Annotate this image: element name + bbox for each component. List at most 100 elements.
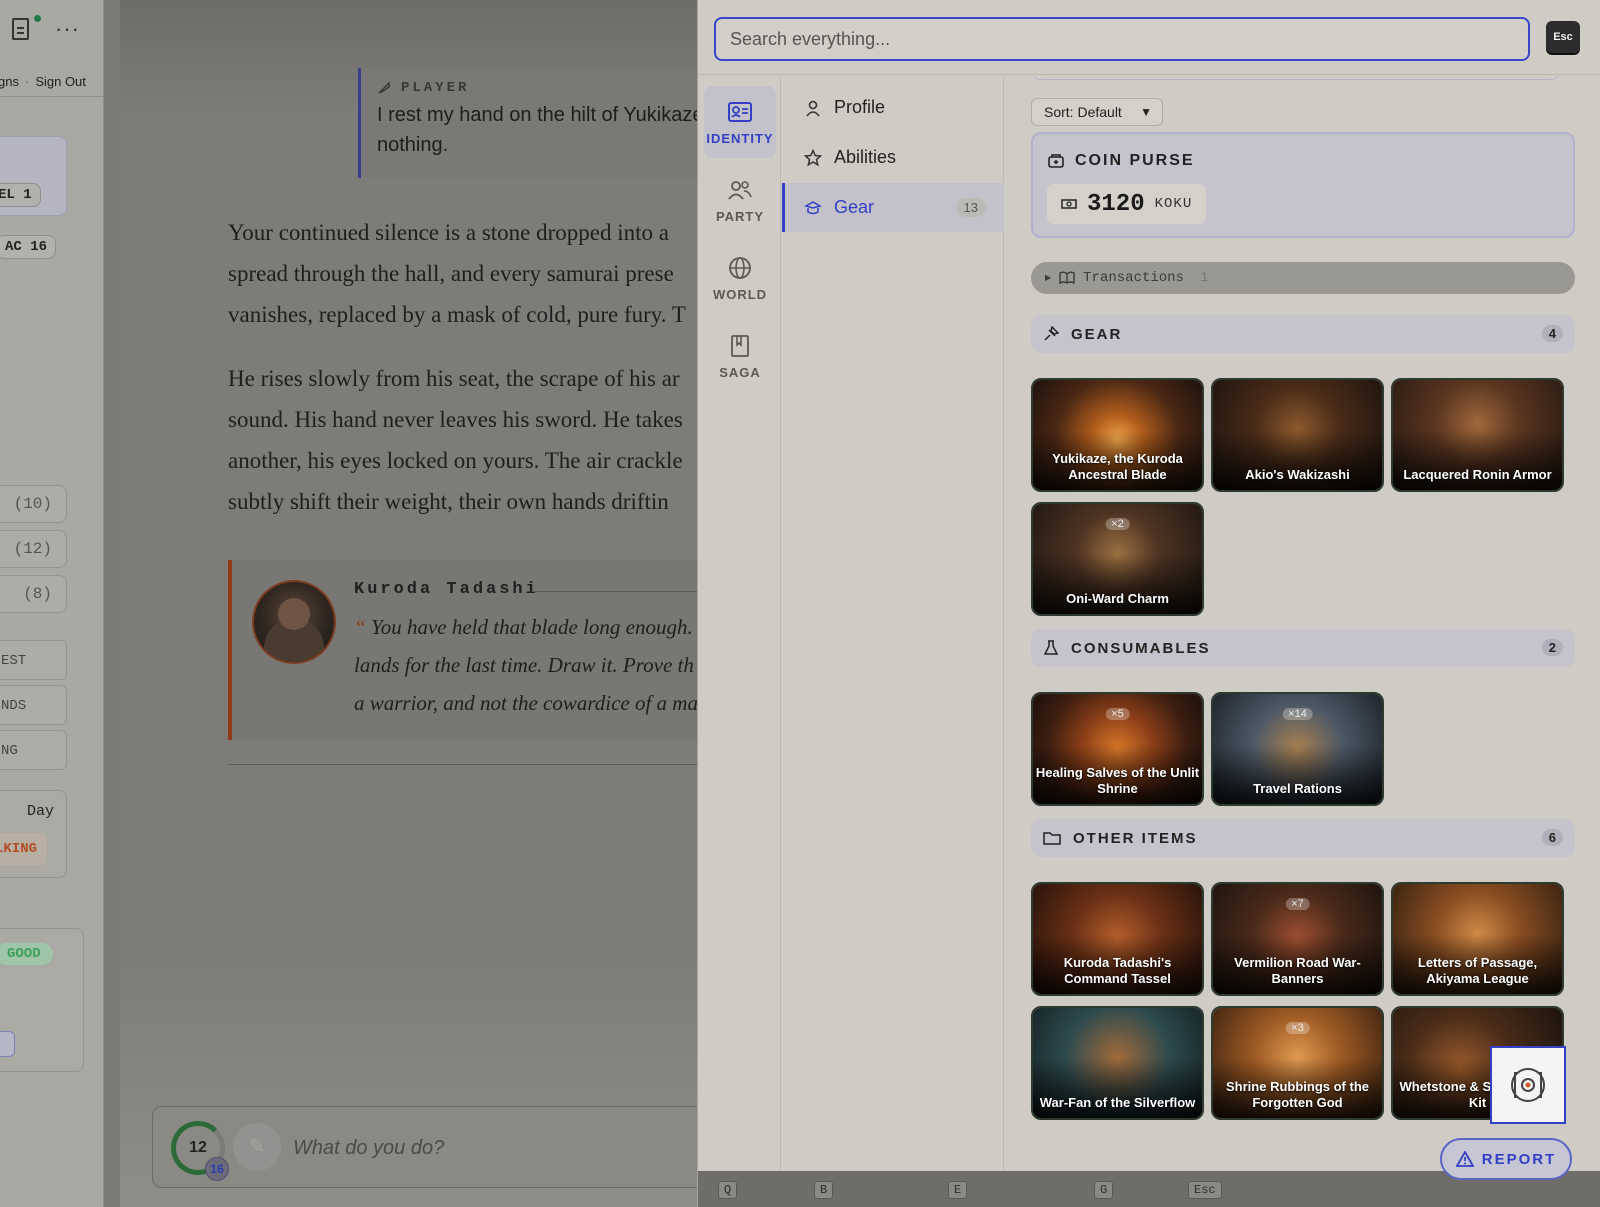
gear-count-badge: 13	[955, 198, 986, 217]
gear-hat-icon	[804, 200, 822, 214]
subnav-item-profile[interactable]: Profile	[782, 83, 1004, 132]
people-icon	[728, 181, 752, 200]
status-badge: GOOD	[0, 943, 53, 965]
rail-item-world[interactable]: WORLD	[704, 242, 776, 314]
character-card[interactable]: EL 1	[0, 136, 67, 216]
command-panel: Esc IDENTITY PARTY WORLD SAGA Profile Ab…	[697, 0, 1600, 1207]
capture-widget[interactable]	[1490, 1046, 1566, 1124]
quill-icon	[378, 81, 390, 94]
item-card[interactable]: Yukikaze, the Kuroda Ancestral Blade	[1031, 378, 1204, 492]
section-count: 2	[1541, 639, 1563, 656]
sort-select[interactable]: Sort: Default ▼	[1031, 98, 1163, 126]
section-title: OTHER ITEMS	[1073, 829, 1198, 847]
search-row: Esc	[698, 0, 1600, 75]
stat-value: (8)	[0, 575, 67, 613]
transactions-count: 1	[1199, 270, 1209, 286]
shortcut-key: B	[814, 1181, 834, 1199]
item-name: Kuroda Tadashi's Command Tassel	[1063, 955, 1172, 986]
rail-item-party[interactable]: PARTY	[704, 164, 776, 236]
transactions-label: Transactions	[1083, 270, 1184, 286]
person-icon	[806, 100, 820, 117]
more-icon[interactable]: ···	[55, 18, 80, 40]
item-name: Akio's Wakizashi	[1245, 467, 1350, 482]
shortcut-key: E	[948, 1181, 968, 1199]
folder-icon	[1043, 832, 1061, 845]
rail-item-label: PARTY	[715, 209, 765, 224]
sidebar-action-button[interactable]: NDS	[0, 685, 67, 725]
item-card[interactable]: Kuroda Tadashi's Command Tassel	[1031, 882, 1204, 996]
item-name: Yukikaze, the Kuroda Ancestral Blade	[1052, 451, 1183, 482]
section-gear[interactable]: GEAR 4	[1031, 315, 1575, 353]
narration-line: Your continued silence is a stone droppe…	[228, 220, 669, 245]
coin-value: 3120	[1087, 190, 1145, 218]
coin-purse-title: COIN PURSE	[1075, 152, 1195, 169]
identity-subnav: Profile Abilities Gear 13	[782, 76, 1004, 1171]
sidebar-action-button[interactable]: NG	[0, 730, 67, 770]
rail-item-label: IDENTITY	[706, 131, 774, 146]
cash-icon	[1061, 199, 1077, 209]
search-input[interactable]	[714, 17, 1530, 61]
id-card-icon	[728, 102, 752, 122]
item-card[interactable]: ×14 Travel Rations	[1211, 692, 1384, 806]
item-card[interactable]: ×2 Oni-Ward Charm	[1031, 502, 1204, 616]
quote-mark: “	[354, 615, 366, 639]
sidebar-action-button[interactable]: EST	[0, 640, 67, 680]
avatar	[252, 580, 336, 664]
day-label: Day	[26, 803, 54, 820]
sidebar-top-icons: ···	[12, 15, 80, 40]
story-area: PLAYER I rest my hand on the hilt of Yuk…	[120, 0, 700, 1207]
transactions-toggle[interactable]: ▶ Transactions 1	[1031, 262, 1575, 294]
section-title: GEAR	[1071, 325, 1123, 343]
rail-item-identity[interactable]: IDENTITY	[704, 86, 776, 158]
item-name: Travel Rations	[1253, 781, 1342, 796]
globe-icon	[729, 257, 751, 279]
report-label: REPORT	[1481, 1150, 1557, 1168]
item-name: Vermilion Road War-Banners	[1234, 955, 1361, 986]
stat-value: (12)	[0, 530, 67, 568]
esc-button[interactable]: Esc	[1546, 21, 1580, 53]
narration-line: subtly shift their weight, their own han…	[228, 489, 669, 514]
section-other-items[interactable]: OTHER ITEMS 6	[1031, 819, 1575, 857]
flask-icon	[1043, 640, 1059, 655]
section-count: 4	[1541, 325, 1563, 342]
report-button[interactable]: REPORT	[1440, 1138, 1572, 1180]
walking-badge: LKING	[0, 833, 48, 865]
open-book-icon	[1059, 271, 1075, 285]
item-name: Oni-Ward Charm	[1066, 591, 1169, 606]
shortcut-key: G	[1094, 1181, 1114, 1199]
item-card[interactable]: ×3 Shrine Rubbings of the Forgotten God	[1211, 1006, 1384, 1120]
sign-out-link[interactable]: Sign Out	[35, 74, 86, 89]
npc-speech: Kuroda Tadashi “ You have held that blad…	[228, 560, 700, 740]
item-card[interactable]: Letters of Passage, Akiyama League	[1391, 882, 1564, 996]
section-consumables[interactable]: CONSUMABLES 2	[1031, 629, 1575, 667]
sidebar-links: gns · Sign Out	[0, 74, 86, 89]
narration-line: sound. His hand never leaves his sword. …	[228, 407, 683, 432]
warning-icon	[1455, 1151, 1474, 1167]
star-icon	[804, 148, 822, 166]
gear-content: Sort: Default ▼ COIN PURSE 3120 KOKU ▶ T…	[1005, 76, 1600, 1171]
quill-button[interactable]: ✎	[233, 1123, 281, 1171]
document-icon[interactable]	[12, 15, 41, 40]
campaigns-link[interactable]: gns	[0, 74, 19, 89]
sort-label: Sort: Default	[1044, 104, 1122, 120]
speaker-rule	[532, 591, 700, 592]
pin-icon	[1044, 326, 1059, 341]
item-card[interactable]: ×5 Healing Salves of the Unlit Shrine	[1031, 692, 1204, 806]
item-card[interactable]: Lacquered Ronin Armor	[1391, 378, 1564, 492]
story-divider	[228, 764, 700, 765]
item-card[interactable]: ×7 Vermilion Road War-Banners	[1211, 882, 1384, 996]
item-name: Shrine Rubbings of the Forgotten God	[1226, 1079, 1369, 1110]
subnav-item-abilities[interactable]: Abilities	[782, 133, 1004, 182]
time-status-box: Day LKING	[0, 790, 67, 878]
coin-purse-card: COIN PURSE 3120 KOKU	[1031, 132, 1575, 238]
action-input[interactable]	[293, 1131, 693, 1165]
sidebar-small-button[interactable]: e	[0, 1031, 15, 1057]
item-card[interactable]: Akio's Wakizashi	[1211, 378, 1384, 492]
item-card[interactable]: War-Fan of the Silverflow	[1031, 1006, 1204, 1120]
quote-line: You have held that blade long enough.	[370, 615, 693, 639]
player-message: PLAYER I rest my hand on the hilt of Yuk…	[358, 68, 700, 178]
action-input-bar: 12 16 ✎	[152, 1106, 700, 1188]
subnav-item-gear[interactable]: Gear 13	[782, 183, 1004, 232]
rail-item-saga[interactable]: SAGA	[704, 320, 776, 392]
caret-right-icon: ▶	[1045, 274, 1052, 283]
